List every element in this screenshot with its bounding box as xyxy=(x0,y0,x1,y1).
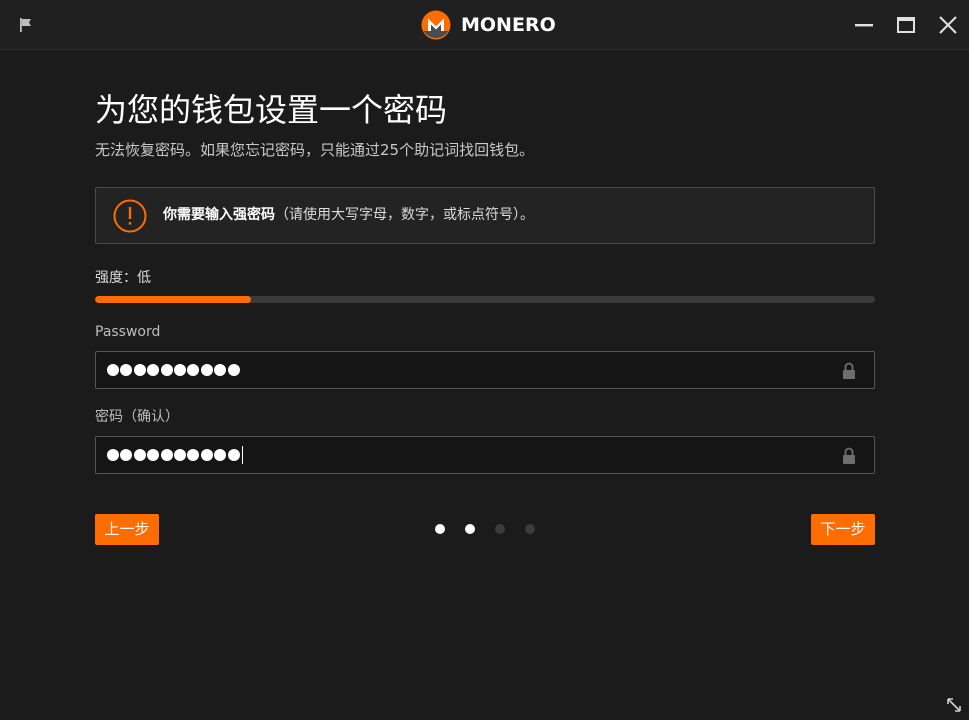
confirm-password-mask xyxy=(107,446,243,464)
step-dot xyxy=(495,524,505,534)
page-subtitle: 无法恢复密码。如果您忘记密码，只能通过25个助记词找回钱包。 xyxy=(95,141,535,159)
mask-dot xyxy=(133,364,146,376)
mask-dot xyxy=(173,364,186,376)
mask-dot xyxy=(107,364,119,376)
step-dot xyxy=(525,524,535,534)
mask-dot xyxy=(187,364,200,376)
mask-dot xyxy=(227,364,240,376)
confirm-password-label: 密码（确认） xyxy=(95,409,179,425)
monero-logo-icon xyxy=(421,10,451,40)
mask-dot xyxy=(120,364,133,376)
mask-dot xyxy=(227,449,240,461)
step-dot xyxy=(435,524,445,534)
password-warning: 你需要输入强密码（请使用大写字母，数字，或标点符号）。 xyxy=(95,187,875,244)
warning-text: 你需要输入强密码（请使用大写字母，数字，或标点符号）。 xyxy=(163,205,534,225)
next-button[interactable]: 下一步 xyxy=(811,514,875,545)
mask-dot xyxy=(107,449,119,461)
mask-dot xyxy=(173,449,186,461)
mask-dot xyxy=(214,364,227,376)
mask-dot xyxy=(200,449,213,461)
previous-button[interactable]: 上一步 xyxy=(95,514,159,545)
password-input[interactable] xyxy=(95,351,875,389)
warning-bold-text: 你需要输入强密码 xyxy=(163,207,275,223)
close-button[interactable] xyxy=(936,13,960,37)
text-caret xyxy=(241,446,243,464)
maximize-button[interactable] xyxy=(894,13,918,37)
mask-dot xyxy=(187,449,200,461)
mask-dot xyxy=(147,449,160,461)
minimize-button[interactable] xyxy=(852,13,876,37)
mask-dot xyxy=(214,449,227,461)
flag-icon[interactable] xyxy=(18,17,34,33)
resize-icon[interactable] xyxy=(946,697,962,713)
strength-meter-fill xyxy=(95,296,251,303)
exclamation-circle-icon xyxy=(113,199,147,233)
lock-icon xyxy=(843,362,855,379)
brand-name: MONERO xyxy=(461,14,556,36)
strength-meter xyxy=(95,296,875,303)
brand: MONERO xyxy=(421,10,556,40)
mask-dot xyxy=(120,449,133,461)
warning-detail-text: （请使用大写字母，数字，或标点符号）。 xyxy=(275,207,534,223)
mask-dot xyxy=(160,449,173,461)
lock-icon xyxy=(843,447,855,464)
step-indicator xyxy=(435,524,535,534)
password-mask xyxy=(107,362,241,378)
password-label: Password xyxy=(95,324,161,340)
mask-dot xyxy=(147,364,160,376)
mask-dot xyxy=(160,364,173,376)
mask-dot xyxy=(133,449,146,461)
page-title: 为您的钱包设置一个密码 xyxy=(95,91,448,129)
strength-label: 强度：低 xyxy=(95,270,151,286)
mask-dot xyxy=(200,364,213,376)
title-bar: MONERO xyxy=(0,0,969,50)
confirm-password-input[interactable] xyxy=(95,436,875,474)
step-dot xyxy=(465,524,475,534)
